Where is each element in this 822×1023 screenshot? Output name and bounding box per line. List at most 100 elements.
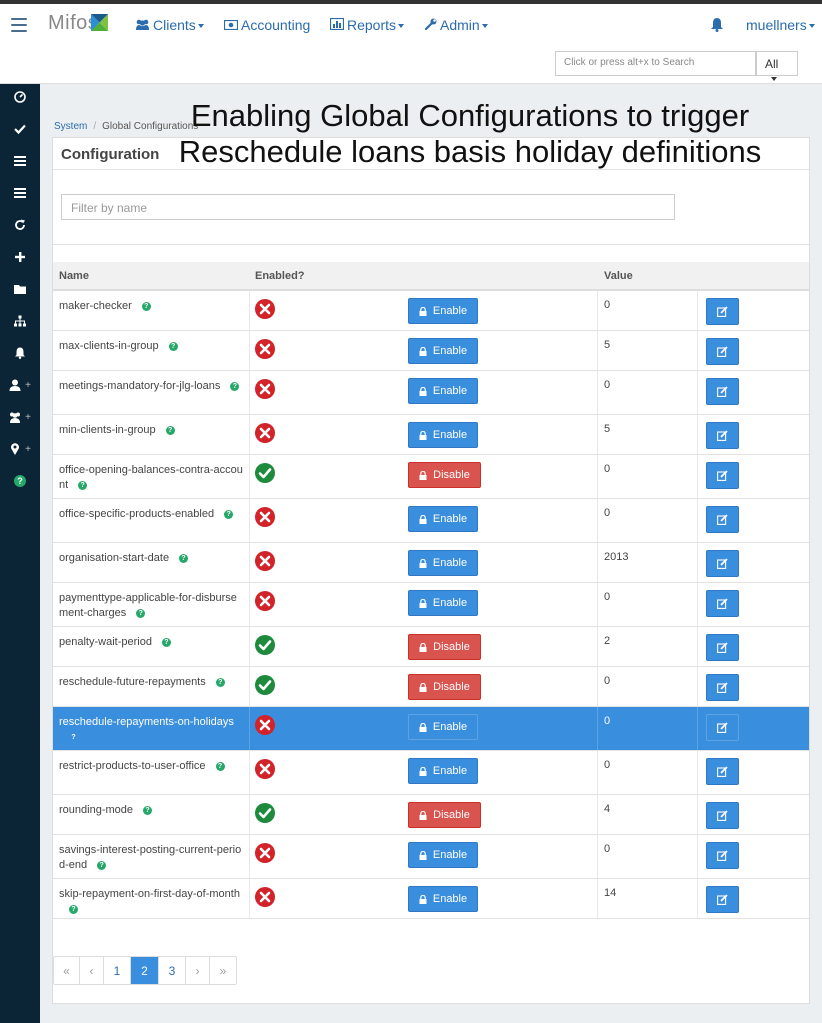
- nav-admin[interactable]: Admin: [424, 17, 488, 33]
- help-icon[interactable]: ?: [143, 806, 152, 815]
- edit-button[interactable]: [706, 634, 739, 661]
- sidebar-office-add[interactable]: +: [0, 437, 40, 461]
- edit-button[interactable]: [706, 714, 739, 741]
- edit-button[interactable]: [706, 842, 739, 869]
- menu-icon[interactable]: [11, 18, 27, 32]
- help-icon[interactable]: ?: [78, 481, 88, 490]
- user-menu[interactable]: muellners: [746, 17, 815, 33]
- help-icon[interactable]: ?: [161, 638, 171, 647]
- nav-reports[interactable]: Reports: [329, 17, 405, 33]
- bell-icon[interactable]: [710, 17, 724, 32]
- enable-button[interactable]: Enable: [408, 378, 478, 404]
- help-icon[interactable]: ?: [69, 733, 78, 742]
- help-icon[interactable]: ?: [230, 382, 240, 391]
- config-name: min-clients-in-group?: [59, 423, 245, 438]
- table-row[interactable]: organisation-start-date? Enable 2013: [53, 543, 809, 583]
- table-row[interactable]: rounding-mode? Disable 4: [53, 795, 809, 835]
- edit-button[interactable]: [706, 378, 739, 405]
- search-input[interactable]: Click or press alt+x to Search: [555, 51, 756, 76]
- help-icon[interactable]: ?: [136, 609, 146, 618]
- sidebar-tasks[interactable]: [0, 117, 40, 141]
- edit-button[interactable]: [706, 550, 739, 577]
- help-icon[interactable]: ?: [215, 762, 225, 771]
- edit-button[interactable]: [706, 674, 739, 701]
- table-row[interactable]: reschedule-future-repayments? Disable 0: [53, 667, 809, 707]
- edit-icon: [717, 430, 728, 441]
- enable-button[interactable]: Enable: [408, 338, 478, 364]
- table-row[interactable]: penalty-wait-period? Disable 2: [53, 627, 809, 667]
- table-row[interactable]: max-clients-in-group? Enable 5: [53, 331, 809, 371]
- sidebar-client-add[interactable]: +: [0, 373, 40, 397]
- search-scope-select[interactable]: All: [756, 51, 798, 81]
- enable-button[interactable]: Enable: [408, 298, 478, 324]
- edit-button[interactable]: [706, 758, 739, 785]
- nav-reports-label: Reports: [347, 17, 397, 33]
- table-row[interactable]: paymenttype-applicable-for-disbursement-…: [53, 583, 809, 627]
- nav-clients[interactable]: Clients: [135, 17, 204, 33]
- table-row[interactable]: restrict-products-to-user-office? Enable 0: [53, 751, 809, 795]
- page-link[interactable]: »: [210, 957, 236, 984]
- page-link[interactable]: ›: [186, 957, 210, 984]
- enable-button[interactable]: Enable: [408, 886, 478, 912]
- help-icon[interactable]: ?: [179, 554, 189, 563]
- enable-button[interactable]: Enable: [408, 842, 478, 868]
- sidebar-notifications[interactable]: [0, 341, 40, 365]
- enable-button[interactable]: Enable: [408, 550, 478, 576]
- sidebar-list-1[interactable]: [0, 149, 40, 173]
- edit-button[interactable]: [706, 338, 739, 365]
- enable-button[interactable]: Enable: [408, 590, 478, 616]
- table-row[interactable]: maker-checker? Enable 0: [53, 291, 809, 331]
- table-row[interactable]: reschedule-repayments-on-holidays? Enable…: [53, 707, 809, 751]
- help-icon[interactable]: ?: [224, 510, 234, 519]
- sidebar-help[interactable]: ?: [0, 469, 40, 493]
- filter-input[interactable]: Filter by name: [61, 194, 675, 220]
- table-row[interactable]: office-opening-balances-contra-account? D…: [53, 455, 809, 499]
- page-link[interactable]: 3: [159, 957, 186, 984]
- disable-button[interactable]: Disable: [408, 462, 481, 488]
- help-icon[interactable]: ?: [165, 426, 175, 435]
- sidebar-refresh[interactable]: [0, 213, 40, 237]
- sidebar-dashboard[interactable]: [0, 85, 40, 109]
- sidebar-group-add[interactable]: +: [0, 405, 40, 429]
- help-icon[interactable]: ?: [141, 302, 151, 311]
- sidebar-add[interactable]: [0, 245, 40, 269]
- enable-button[interactable]: Enable: [408, 714, 478, 740]
- breadcrumb-system[interactable]: System: [54, 121, 87, 132]
- sidebar-list-2[interactable]: [0, 181, 40, 205]
- edit-button[interactable]: [706, 298, 739, 325]
- help-icon[interactable]: ?: [97, 861, 107, 870]
- page-link[interactable]: 2: [131, 957, 159, 984]
- config-name: paymenttype-applicable-for-disbursement-…: [59, 591, 245, 621]
- enable-button[interactable]: Enable: [408, 758, 478, 784]
- page-link[interactable]: 1: [104, 957, 131, 984]
- enable-button[interactable]: Enable: [408, 506, 478, 532]
- disable-button[interactable]: Disable: [408, 634, 481, 660]
- config-name-text: meetings-mandatory-for-jlg-loans: [59, 380, 221, 392]
- page-link[interactable]: «: [54, 957, 80, 984]
- sidebar-hierarchy[interactable]: [0, 309, 40, 333]
- lock-icon: [419, 722, 427, 732]
- edit-icon: [717, 598, 728, 609]
- disable-button[interactable]: Disable: [408, 674, 481, 700]
- edit-button[interactable]: [706, 590, 739, 617]
- help-icon[interactable]: ?: [215, 678, 225, 687]
- table-row[interactable]: office-specific-products-enabled? Enable 0: [53, 499, 809, 543]
- config-name: reschedule-future-repayments?: [59, 675, 245, 690]
- table-row[interactable]: skip-repayment-on-first-day-of-month? Ena…: [53, 879, 809, 919]
- nav-accounting[interactable]: Accounting: [223, 17, 310, 33]
- help-icon[interactable]: ?: [168, 342, 178, 351]
- edit-button[interactable]: [706, 506, 739, 533]
- edit-button[interactable]: [706, 886, 739, 913]
- table-row[interactable]: savings-interest-posting-current-period-…: [53, 835, 809, 879]
- table-row[interactable]: meetings-mandatory-for-jlg-loans? Enable 0: [53, 371, 809, 415]
- table-row[interactable]: min-clients-in-group? Enable 5: [53, 415, 809, 455]
- edit-button[interactable]: [706, 462, 739, 489]
- page-link[interactable]: ‹: [80, 957, 104, 984]
- disable-button[interactable]: Disable: [408, 802, 481, 828]
- check-circle-icon: [255, 675, 275, 695]
- help-icon[interactable]: ?: [69, 905, 78, 914]
- sidebar-folder[interactable]: [0, 277, 40, 301]
- enable-button[interactable]: Enable: [408, 422, 478, 448]
- edit-button[interactable]: [706, 802, 739, 829]
- edit-button[interactable]: [706, 422, 739, 449]
